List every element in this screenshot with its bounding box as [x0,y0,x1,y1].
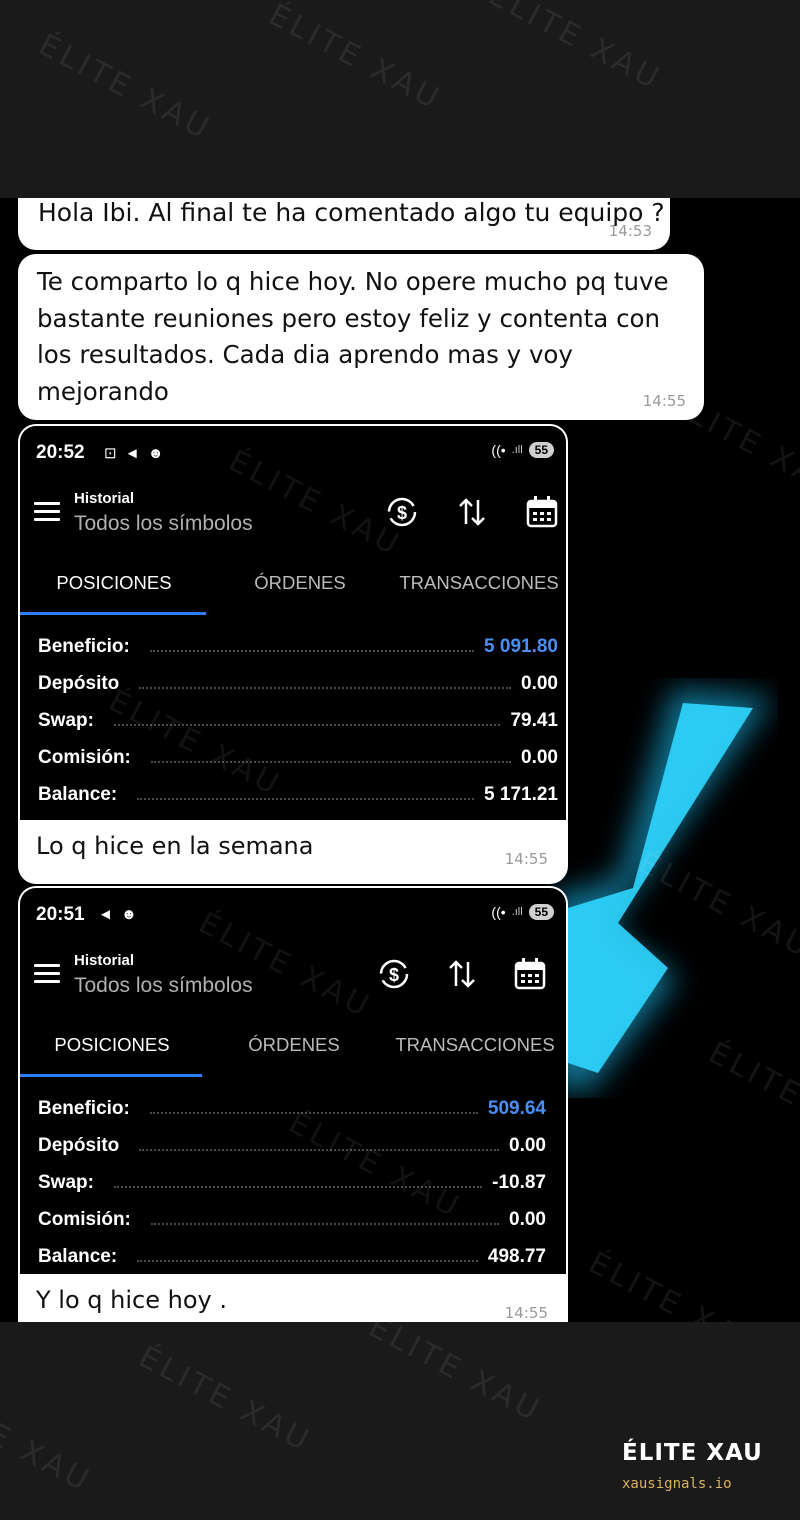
summary-row: Beneficio: 509.64 [38,1090,546,1127]
message-bubble: Hola Ibi. Al final te ha comentado algo … [18,198,670,250]
row-value: 79.41 [510,709,558,731]
watermark: ÉLITE XAU [582,1245,768,1322]
wifi-icon: ((• [491,442,506,458]
image-message[interactable]: 20:51 ◄ ☻ ((• .ıll 55 Historial Todos lo… [18,886,568,1322]
row-label: Comisión: [38,746,131,768]
summary-row: Depósito 0.00 [38,665,558,702]
image-message[interactable]: 20:52 ⊡ ◄ ☻ ((• .ıll 55 Historial Todos … [18,424,568,884]
wifi-icon: ((• [491,904,506,920]
row-value: -10.87 [492,1171,546,1193]
row-value: 0.00 [509,1208,546,1230]
summary-row: Comisión: 0.00 [38,1201,546,1238]
message-time: 14:55 [642,392,686,410]
message-time: 14:55 [504,1304,548,1322]
tab-positions[interactable]: POSICIONES [20,572,208,594]
tab-positions[interactable]: POSICIONES [20,1034,204,1056]
hamburger-menu-icon[interactable] [34,964,60,984]
battery-badge: 55 [528,442,554,458]
row-value: 0.00 [521,746,558,768]
status-time: 20:51 [36,904,85,925]
watermark: ÉLITE XAU [262,0,448,118]
tab-transactions[interactable]: TRANSACCIONES [384,1034,566,1056]
symbol-filter[interactable]: Todos los símbolos [74,512,253,536]
hamburger-menu-icon[interactable] [34,502,60,522]
watermark: ÉLITE XAU [132,1339,318,1460]
row-value: 5 091.80 [484,635,558,657]
summary-rows: Beneficio: 509.64 Depósito 0.00 Swap: -10.8… [38,1090,546,1274]
summary-row: Comisión: 0.00 [38,739,558,776]
tab-bar: POSICIONES ÓRDENES TRANSACCIONES [20,564,566,616]
row-label: Balance: [38,1245,118,1267]
row-value: 509.64 [487,1097,546,1119]
calendar-icon[interactable] [510,954,550,994]
row-label: Depósito [38,672,120,694]
status-bar: 20:51 ◄ ☻ ((• .ıll 55 [36,902,558,930]
lightning-glow-graphic [548,688,773,1093]
chat-area: ÉLITE XAU ÉLITE XAU ÉLITE XAU ÉLITE XAU … [0,198,800,1322]
message-bubble: Te comparto lo q hice hoy. No opere much… [18,254,704,420]
watermark: ÉLITE XAU [32,27,218,148]
message-time: 14:53 [608,222,652,240]
app-title: Historial [74,490,135,507]
brand-url: xausignals.io [622,1476,732,1492]
sort-icon[interactable] [442,954,482,994]
notification-icons: ◄ ☻ [98,906,139,923]
active-tab-indicator [20,612,206,615]
active-tab-indicator [20,1074,202,1077]
app-bar: Historial Todos los símbolos $ [20,484,566,544]
row-label: Swap: [38,1171,94,1193]
row-label: Beneficio: [38,1097,130,1119]
calendar-icon[interactable] [522,492,562,532]
message-text: Hola Ibi. Al final te ha comentado algo … [38,198,665,227]
brand-name: ÉLITE XAU [622,1440,763,1466]
top-band: ÉLITE XAU ÉLITE XAU ÉLITE XAU [0,0,800,198]
summary-row: Balance: 498.77 [38,1238,546,1274]
image-caption: Lo q hice en la semana [36,832,314,860]
summary-row: Swap: 79.41 [38,702,558,739]
bottom-band: ÉLITE XAU ÉLITE XAU ÉLITE XAU ÉLITE XAU … [0,1322,800,1520]
svg-text:$: $ [397,503,407,523]
tab-orders[interactable]: ÓRDENES [208,572,392,594]
row-label: Comisión: [38,1208,131,1230]
message-text: Te comparto lo q hice hoy. No opere much… [37,267,669,406]
row-value: 5 171.21 [484,783,558,805]
signal-icon: .ıll [511,444,523,456]
app-title: Historial [74,952,135,969]
app-bar: Historial Todos los símbolos $ [20,946,566,1006]
status-bar: 20:52 ⊡ ◄ ☻ ((• .ıll 55 [36,440,558,468]
watermark: ÉLITE XAU [632,845,800,966]
image-caption: Y lo q hice hoy . [36,1286,227,1314]
watermark: ÉLITE XAU [482,0,668,98]
summary-row: Beneficio: 5 091.80 [38,628,558,665]
row-value: 498.77 [487,1245,546,1267]
summary-row: Balance: 5 171.21 [38,776,558,813]
tab-bar: POSICIONES ÓRDENES TRANSACCIONES [20,1026,566,1078]
summary-rows: Beneficio: 5 091.80 Depósito 0.00 Swap: 79.… [38,628,558,813]
row-label: Balance: [38,783,118,805]
row-label: Swap: [38,709,94,731]
battery-badge: 55 [528,904,554,920]
row-label: Depósito [38,1134,120,1156]
watermark: ÉLITE XAU [702,1035,800,1155]
phone-screenshot: 20:52 ⊡ ◄ ☻ ((• .ıll 55 Historial Todos … [20,426,566,820]
svg-text:$: $ [389,965,399,985]
status-time: 20:52 [36,442,85,463]
sort-icon[interactable] [452,492,492,532]
phone-screenshot: 20:51 ◄ ☻ ((• .ıll 55 Historial Todos lo… [20,888,566,1274]
signal-icon: .ıll [511,906,523,918]
currency-sync-icon[interactable]: $ [374,954,414,994]
row-value: 0.00 [509,1134,546,1156]
watermark: ÉLITE XAU [0,1379,98,1500]
summary-row: Swap: -10.87 [38,1164,546,1201]
tab-transactions[interactable]: TRANSACCIONES [392,572,566,594]
row-value: 0.00 [521,672,558,694]
tab-orders[interactable]: ÓRDENES [204,1034,384,1056]
symbol-filter[interactable]: Todos los símbolos [74,974,253,998]
notification-icons: ⊡ ◄ ☻ [104,445,166,462]
currency-sync-icon[interactable]: $ [382,492,422,532]
watermark: ÉLITE XAU [362,1322,548,1430]
message-time: 14:55 [504,850,548,868]
summary-row: Depósito 0.00 [38,1127,546,1164]
row-label: Beneficio: [38,635,130,657]
